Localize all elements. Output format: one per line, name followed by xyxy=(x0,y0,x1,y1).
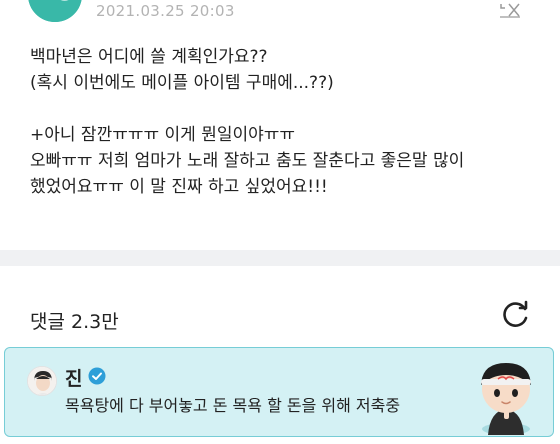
artist-comment-card[interactable]: 진 목욕탕에 다 부어놓고 돈 목욕 할 돈을 위해 저축중 xyxy=(4,347,554,437)
post-timestamp: 2021.03.25 20:03 xyxy=(96,2,235,20)
commenter-avatar[interactable] xyxy=(27,366,57,396)
post-line: +아니 잠깐ㅠㅠㅠ 이게 뭔일이야ㅠㅠ xyxy=(30,125,296,145)
post-line: 오빠ㅠㅠ 저희 엄마가 노래 잘하고 춤도 잘춘다고 좋은말 많이 xyxy=(30,151,465,171)
section-divider xyxy=(0,250,560,266)
comments-count-title: 댓글 2.3만 xyxy=(30,311,119,333)
commenter-name[interactable]: 진 xyxy=(65,364,82,391)
post-body: 백마년은 어디에 쓸 계획인가요?? (혹시 이번에도 메이플 아이템 구매에.… xyxy=(30,44,540,200)
author-avatar[interactable] xyxy=(28,0,82,22)
refresh-icon[interactable] xyxy=(501,299,531,329)
post-card: 2021.03.25 20:03 백마년은 어디에 쓸 계획인가요?? (혹시 … xyxy=(0,0,560,250)
verified-badge-icon xyxy=(88,367,106,385)
post-line: 백마년은 어디에 쓸 계획인가요?? xyxy=(30,47,268,67)
comments-header: 댓글 2.3만 xyxy=(0,266,560,346)
character-sticker-icon xyxy=(481,363,531,435)
translate-icon[interactable] xyxy=(499,2,521,18)
post-line: (혹시 이번에도 메이플 아이템 구매에...??) xyxy=(30,73,334,93)
post-line xyxy=(30,96,540,122)
post-line: 했었어요ㅠㅠ 이 말 진짜 하고 싶었어요!!! xyxy=(30,177,328,197)
comment-text: 목욕탕에 다 부어놓고 돈 목욕 할 돈을 위해 저축중 xyxy=(65,396,401,415)
